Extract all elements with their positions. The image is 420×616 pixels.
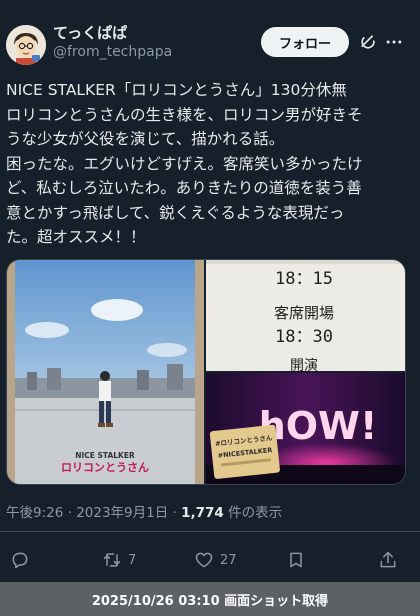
sign-label-seating: 客席開場: [274, 304, 334, 322]
reply-icon: [12, 552, 28, 569]
poster-title: ロリコンとうさん: [61, 461, 149, 474]
sign-label-start: 開演: [290, 358, 318, 371]
avatar[interactable]: [6, 25, 46, 65]
share-button[interactable]: [378, 545, 398, 575]
divider: [0, 531, 420, 532]
views-count: 1,774: [181, 505, 224, 521]
views-suffix: 件の表示: [223, 505, 283, 521]
retweet-count: 7: [128, 552, 137, 568]
heart-icon: [195, 552, 213, 568]
tweet-header: てっくぱぱ @from_techpapa フォロー: [0, 0, 420, 76]
poster-company: NICE STALKER: [75, 451, 135, 460]
sign-time-seating: 18：30: [275, 327, 333, 347]
display-name[interactable]: てっくぱぱ: [53, 22, 127, 43]
bookmark-button[interactable]: [286, 545, 306, 575]
more-icon[interactable]: [384, 32, 404, 52]
tweet-text-line: ど、私むしろ泣いたわ。ありきたりの道徳を装う善: [6, 179, 362, 197]
tweet-text-line: NICE STALKER「ロリコンとうさん」130分休無: [6, 81, 347, 99]
timestamp[interactable]: 午後9:26 · 2023年9月1日 ·: [6, 505, 181, 521]
photo-stage[interactable]: hOW! #ロリコンとうさん #NICESTALKER: [206, 373, 405, 484]
grok-icon[interactable]: [358, 32, 378, 52]
tweet-meta: 午後9:26 · 2023年9月1日 · 1,774 件の表示: [6, 501, 282, 521]
sign-time-open: 18：15: [275, 269, 333, 289]
photo-poster[interactable]: NICE STALKER ロリコンとうさん: [7, 260, 204, 484]
tweet-text: NICE STALKER「ロリコンとうさん」130分休無 ロリコンとうさんの生き…: [6, 78, 414, 250]
user-handle[interactable]: @from_techpapa: [53, 44, 172, 60]
retweet-icon: [103, 553, 121, 567]
tweet-text-line: 意とかすっ飛ばして、鋭くえぐるような表現だっ: [6, 203, 345, 222]
like-button[interactable]: 27: [194, 545, 237, 575]
avatar-image: [6, 25, 46, 65]
capture-footer: 2025/10/26 03:10 画面ショット取得: [0, 582, 420, 616]
reply-button[interactable]: [10, 545, 36, 575]
like-count: 27: [220, 552, 237, 568]
retweet-button[interactable]: 7: [102, 545, 136, 575]
tweet-text-line: た。超オススメ！！: [6, 228, 146, 246]
media-grid: NICE STALKER ロリコンとうさん 18：15 客席開場 18：30 開…: [6, 259, 406, 485]
share-icon: [380, 551, 396, 568]
bookmark-icon: [290, 552, 302, 568]
tweet-text-line: ロリコンとうさんの生き様を、ロリコン男が好きそ: [6, 105, 363, 124]
photo-schedule-sign[interactable]: 18：15 客席開場 18：30 開演: [206, 260, 405, 371]
tweet-text-line: 困ったな。エグいけどすげえ。客席笑い多かったけ: [6, 154, 363, 173]
action-bar: 7 27: [0, 545, 420, 575]
follow-button[interactable]: フォロー: [261, 27, 349, 57]
tweet-text-line: うな少女が父役を演じて、描かれる話。: [6, 130, 285, 148]
